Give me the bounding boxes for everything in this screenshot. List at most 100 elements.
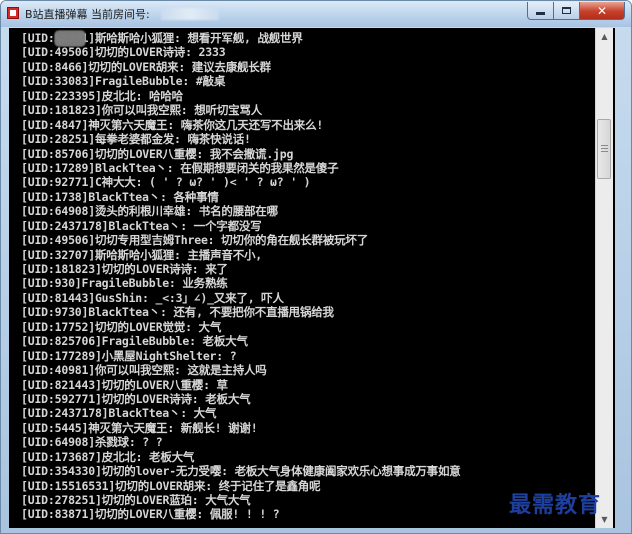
danmaku-text: 5516531]切切的LOVER胡来: 终于记住了是鑫角呢 [61,478,321,493]
console-output[interactable]: [UID:9 2771]斯哈斯哈小狐狸: 想看开军舰, 战舰世界 [UID:4 950… [9,28,615,528]
console-window: B站直播弹幕 当前房间号: ✕ [UID:9 2771]斯哈斯哈小狐狸: 想看开军… [0,0,632,534]
danmaku-line: [UID:6 4908]烫头的利根川幸雄: 书名的腰部在哪 [21,33,611,219]
danmaku-line: [UID:2 437178]BlackTtea丶: 一个字都没写 [21,33,611,233]
danmaku-line: [UID:8 21443]切切的LOVER八重樱: 草 [21,33,611,392]
uid-prefix: [UID:2 [21,406,62,421]
title-bar[interactable]: B站直播弹幕 当前房间号: ✕ [1,1,631,27]
maximize-button[interactable] [554,2,580,20]
danmaku-line: [UID:5 445]神灭第六天魔王: 新舰长! 谢谢! [21,33,611,435]
danmaku-text: 4908]烫头的利根川幸雄: 书名的腰部在哪 [61,204,278,219]
danmaku-text: 8251]每拳老婆都金发: 嗨茶快说话! [61,132,251,147]
danmaku-text: 0981]你可以叫我空熙: 这就是主持人吗 [61,363,267,378]
danmaku-line: [UID:1 81823]你可以叫我空熙: 想听切宝骂人 [21,33,611,118]
danmaku-line: [UID:1 7752]切切的LOVER觉觉: 大气 [21,33,611,334]
danmaku-text: 847]神灭第六天魔王: 嗨茶你这几天还写不出来么! [61,117,324,132]
danmaku-line: [UID:1 738]BlackTtea丶: 各种事情 [21,33,611,204]
danmaku-line: [UID:4 9506]切切专用型吉姆Three: 切切你的角在舰长群被玩坏了 [21,33,611,248]
danmaku-text: 54330]切切的lover-无力受嘤: 老板大气身体健康阖家欢乐心想事成万事如… [61,464,461,479]
danmaku-text: 2771]C神大大: ( ' ? ω? ' )< ' ? ω? ' ) [61,175,311,190]
danmaku-line: [UID:8 25706]FragileBubble: 老板大气 [21,33,611,349]
danmaku-text: 92771]切切的LOVER诗诗: 老板大气 [61,391,251,406]
uid-prefix: [UID:4 [21,117,62,132]
danmaku-text: 7752]切切的LOVER觉觉: 大气 [61,319,222,334]
danmaku-text: 4908]杀戮球: ? ? [61,435,163,450]
danmaku-list: [UID:9 2771]斯哈斯哈小狐狸: 想看开军舰, 战舰世界 [UID:4 950… [21,31,611,522]
danmaku-line: [UID:6 4908]杀戮球: ? ? [21,33,611,450]
danmaku-text: 2707]斯哈斯哈小狐狸: 主播声音不小, [61,247,263,262]
danmaku-text: 78251]切切的LOVER蓝珀: 大气大气 [61,493,251,507]
uid-prefix: [UID:5 [21,391,62,406]
close-button[interactable]: ✕ [580,2,625,20]
danmaku-line: [UID:8 5706]切切的LOVER八重樱: 我不会撒谎.jpg [21,33,611,161]
danmaku-text: 466]切切的LOVER胡来: 建议去康舰长群 [61,59,271,74]
danmaku-line: [UID:8 1443]GusShin: _<:3」∠)_又来了, 吓人 [21,33,611,305]
minimize-button[interactable] [527,2,554,20]
danmaku-text: 9506]切切专用型吉姆Three: 切切你的角在舰长群被玩坏了 [61,233,369,248]
app-icon [7,7,19,19]
danmaku-text: 73687]皮北北: 老板大气 [61,449,195,464]
uid-prefix: [UID:3 [21,464,62,479]
danmaku-text: 21443]切切的LOVER八重樱: 草 [61,377,228,392]
room-number-redaction [161,8,219,20]
uid-prefix: [UID:1 [21,319,62,334]
uid-prefix: [UID:1 [21,103,62,118]
uid-prefix: [UID:1 [21,449,62,464]
uid-prefix: [UID:1 [21,348,62,363]
uid-prefix: [UID:3 [21,247,62,262]
uid-prefix: [UID:9 [21,31,62,45]
danmaku-line: [UID:1 77289]小黑屋NightShelter: ? [21,33,611,363]
uid-prefix: [UID:4 [21,45,62,60]
danmaku-line: [UID:5 92771]切切的LOVER诗诗: 老板大气 [21,33,611,406]
uid-prefix: [UID:6 [21,204,62,219]
danmaku-text: 5706]切切的LOVER八重樱: 我不会撒谎.jpg [61,146,294,161]
uid-prefix: [UID:2 [21,493,62,507]
uid-prefix: [UID:5 [21,420,62,435]
danmaku-text: 7289]BlackTtea丶: 在假期想要闭关的我果然是傻子 [61,160,339,175]
danmaku-text: 437178]BlackTtea丶: 大气 [61,406,217,421]
danmaku-line: [UID:1 73687]皮北北: 老板大气 [21,33,611,464]
window-title: B站直播弹幕 当前房间号: [25,8,150,21]
vertical-scrollbar[interactable]: ▲ ▼ [595,28,613,528]
uid-prefix: [UID:2 [21,132,62,147]
danmaku-text: 30]FragileBubble: 业务熟练 [61,276,228,291]
danmaku-text: 25706]FragileBubble: 老板大气 [61,334,248,349]
danmaku-line: [UID:4 847]神灭第六天魔王: 嗨茶你这几天还写不出来么! [21,33,611,132]
uid-prefix: [UID:1 [21,189,62,204]
danmaku-text: 445]神灭第六天魔王: 新舰长! 谢谢! [61,420,258,435]
danmaku-line: [UID:3 54330]切切的lover-无力受嘤: 老板大气身体健康阖家欢乐心… [21,33,611,479]
danmaku-text: 1443]GusShin: _<:3」∠)_又来了, 吓人 [61,290,284,305]
danmaku-line: [UID:1 81823]切切的LOVER诗诗: 来了 [21,33,611,276]
danmaku-text: 2771]斯哈斯哈小狐狸: 想看开军舰, 战舰世界 [61,31,303,45]
uid-prefix: [UID:2 [21,218,62,233]
danmaku-line: [UID:2 23395]皮北北: 哈哈哈 [21,33,611,103]
danmaku-text: 9506]切切的LOVER诗诗: 2333 [61,45,226,60]
uid-prefix: [UID:8 [21,334,62,349]
uid-prefix: [UID:4 [21,363,62,378]
uid-prefix: [UID:3 [21,74,62,89]
scrollbar-grip-icon [601,145,608,153]
danmaku-line: [UID:9 2771]斯哈斯哈小狐狸: 想看开军舰, 战舰世界 [21,31,611,45]
danmaku-line: [UID:8 466]切切的LOVER胡来: 建议去康舰长群 [21,33,611,74]
uid-prefix: [UID:8 [21,59,62,74]
uid-prefix: [UID:9 [21,305,62,320]
danmaku-text: 23395]皮北北: 哈哈哈 [61,88,183,103]
scrollbar-thumb[interactable] [597,119,611,179]
uid-prefix: [UID:4 [21,233,62,248]
scroll-up-arrow-icon[interactable]: ▲ [596,28,613,45]
danmaku-line: [UID:9 30]FragileBubble: 业务熟练 [21,33,611,291]
danmaku-line: [UID:9 730]BlackTtea丶: 还有, 不要把你不直播甩锅给我 [21,33,611,320]
danmaku-text: 3083]FragileBubble: #敲桌 [61,74,226,89]
uid-prefix: [UID:2 [21,88,62,103]
uid-prefix: [UID:8 [21,507,62,522]
danmaku-text: 3871]切切的LOVER八重樱: 佩服! ! ! ? [61,507,280,522]
danmaku-text: 77289]小黑屋NightShelter: ? [61,348,237,363]
uid-prefix: [UID:8 [21,290,62,305]
uid-prefix: [UID:1 [21,478,62,493]
danmaku-line: [UID:4 9506]切切的LOVER诗诗: 2333 [21,33,611,60]
uid-prefix: [UID:9 [21,276,62,291]
danmaku-line: [UID:2 437178]BlackTtea丶: 大气 [21,33,611,421]
uid-prefix: [UID:1 [21,262,62,276]
danmaku-line: [UID:9 2771]C神大大: ( ' ? ω? ' )< ' ? ω? ' … [21,33,611,190]
danmaku-line: [UID:1 7289]BlackTtea丶: 在假期想要闭关的我果然是傻子 [21,33,611,175]
close-icon: ✕ [596,3,608,18]
